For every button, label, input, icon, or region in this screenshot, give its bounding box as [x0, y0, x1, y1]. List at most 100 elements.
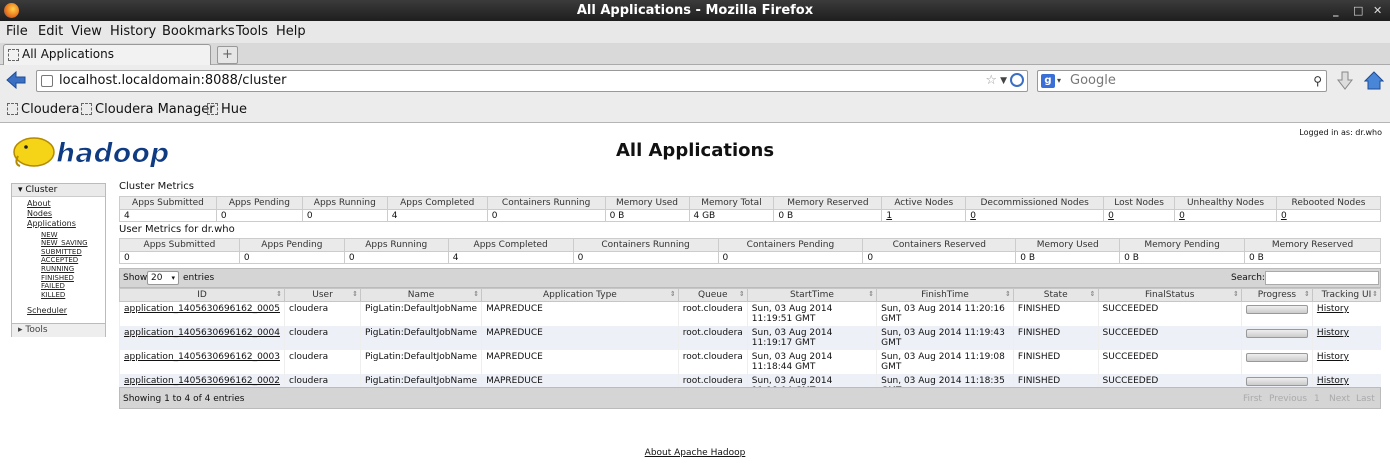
url-history-dropdown-icon[interactable]: ▼: [1000, 71, 1007, 91]
bookmark-favicon-icon: [7, 103, 18, 115]
url-bar[interactable]: localhost.localdomain:8088/cluster ☆ ▼: [36, 70, 1028, 92]
sidebar-link-applications[interactable]: Applications: [27, 219, 76, 228]
progress-bar: [1245, 353, 1308, 362]
metric-header: Memory Used: [1015, 238, 1121, 252]
metric-value: 0: [238, 251, 345, 264]
history-link[interactable]: History: [1311, 350, 1381, 374]
metric-value: 0: [862, 251, 1017, 264]
pager-previous[interactable]: Previous: [1269, 394, 1307, 404]
unhealthy-nodes-link[interactable]: 0: [1174, 209, 1277, 222]
application-id-link[interactable]: application_1405630696162_0005: [119, 301, 285, 326]
cell-name: PigLatin:DefaultJobName: [360, 350, 482, 374]
cell-state: FINISHED: [1012, 326, 1099, 350]
progress-bar: [1245, 305, 1308, 314]
column-header-id[interactable]: ID: [119, 288, 285, 302]
sidebar-state-accepted[interactable]: ACCEPTED: [41, 256, 78, 264]
decommissioned-nodes-link[interactable]: 0: [965, 209, 1105, 222]
application-id-link[interactable]: application_1405630696162_0003: [119, 350, 285, 374]
cell-finalstatus: SUCCEEDED: [1097, 326, 1242, 350]
sidebar-tools-header[interactable]: ▸ Tools: [12, 324, 105, 337]
sidebar-link-nodes[interactable]: Nodes: [27, 209, 52, 218]
bookmark-favicon-icon: [81, 103, 92, 115]
sidebar-state-new[interactable]: NEW: [41, 231, 58, 239]
column-header-finalstatus[interactable]: FinalStatus: [1097, 288, 1242, 302]
sidebar-link-scheduler[interactable]: Scheduler: [27, 306, 67, 315]
metric-header: Memory Reserved: [1244, 238, 1381, 252]
pager-next[interactable]: Next: [1329, 394, 1350, 404]
metric-header: Decommissioned Nodes: [965, 196, 1105, 210]
navigation-toolbar: localhost.localdomain:8088/cluster ☆ ▼ g…: [0, 65, 1390, 96]
sidebar-cluster-header[interactable]: ▾ Cluster: [12, 184, 105, 197]
google-search-engine-icon[interactable]: g: [1041, 74, 1055, 88]
menu-history[interactable]: History: [110, 24, 156, 39]
cell-application-type: MAPREDUCE: [481, 350, 679, 374]
downloads-icon[interactable]: [1336, 71, 1354, 91]
cell-starttime: Sun, 03 Aug 2014 11:19:51 GMT: [746, 301, 877, 326]
reload-icon[interactable]: [1010, 73, 1024, 87]
sidebar-cluster: ▾ Cluster About Nodes Applications NEW N…: [11, 183, 106, 327]
sidebar-state-new-saving[interactable]: NEW_SAVING: [41, 239, 88, 247]
sidebar-state-failed[interactable]: FAILED: [41, 282, 65, 290]
metric-value: 4 GB: [688, 209, 775, 222]
engine-dropdown-icon[interactable]: ▾: [1057, 71, 1061, 91]
lost-nodes-link[interactable]: 0: [1103, 209, 1176, 222]
menu-file[interactable]: File: [6, 24, 28, 39]
menu-view[interactable]: View: [71, 24, 102, 39]
menu-bookmarks[interactable]: Bookmarks: [162, 24, 235, 39]
sidebar-state-finished[interactable]: FINISHED: [41, 274, 74, 282]
column-header-tracking-ui[interactable]: Tracking UI: [1311, 288, 1382, 302]
minimize-button[interactable]: _: [1333, 0, 1339, 21]
metric-header: Memory Reserved: [773, 196, 883, 210]
home-icon[interactable]: [1364, 71, 1384, 91]
column-header-user[interactable]: User: [283, 288, 362, 302]
bookmark-star-icon[interactable]: ☆: [985, 71, 997, 91]
column-header-progress[interactable]: Progress: [1240, 288, 1313, 302]
binoculars-search-icon[interactable]: ⚲: [1313, 71, 1322, 91]
new-tab-button[interactable]: +: [217, 46, 238, 64]
menu-help[interactable]: Help: [276, 24, 306, 39]
column-header-queue[interactable]: Queue: [677, 288, 748, 302]
history-link[interactable]: History: [1311, 301, 1381, 326]
cell-user: cloudera: [283, 350, 361, 374]
site-identity-icon[interactable]: [41, 75, 53, 87]
pager-page-1[interactable]: 1: [1314, 394, 1320, 404]
metric-header: Containers Pending: [717, 238, 864, 252]
menu-tools[interactable]: Tools: [236, 24, 268, 39]
search-box[interactable]: g ▾ Google ⚲: [1037, 70, 1327, 92]
table-footer: Showing 1 to 4 of 4 entries First Previo…: [119, 387, 1381, 409]
maximize-button[interactable]: □: [1353, 0, 1363, 21]
metric-header: Apps Pending: [215, 196, 303, 210]
metric-value: 0: [486, 209, 606, 222]
bookmark-cloudera-manager[interactable]: Cloudera Manager: [81, 102, 215, 117]
sidebar-state-killed[interactable]: KILLED: [41, 291, 65, 299]
close-button[interactable]: ✕: [1373, 0, 1382, 21]
table-search-input[interactable]: [1265, 271, 1379, 285]
pager-last[interactable]: Last: [1356, 394, 1375, 404]
column-header-state[interactable]: State: [1012, 288, 1099, 302]
entries-select[interactable]: 20 ▾: [147, 271, 179, 285]
pager-first[interactable]: First: [1243, 394, 1262, 404]
user-metrics-title: User Metrics for dr.who: [119, 224, 235, 235]
cell-state: FINISHED: [1012, 350, 1099, 374]
bookmark-hue[interactable]: Hue: [207, 102, 247, 117]
menu-edit[interactable]: Edit: [38, 24, 63, 39]
history-link[interactable]: History: [1311, 326, 1381, 350]
bookmark-cloudera[interactable]: Cloudera: [7, 102, 79, 117]
active-nodes-link[interactable]: 1: [881, 209, 967, 222]
rebooted-nodes-link[interactable]: 0: [1275, 209, 1382, 222]
column-header-starttime[interactable]: StartTime: [746, 288, 878, 302]
metric-header: Apps Submitted: [119, 196, 217, 210]
column-header-name[interactable]: Name: [360, 288, 483, 302]
metric-value: 0: [717, 251, 864, 264]
back-arrow-icon[interactable]: [6, 71, 26, 89]
about-apache-hadoop-link[interactable]: About Apache Hadoop: [0, 448, 1390, 458]
column-header-application-type[interactable]: Application Type: [481, 288, 679, 302]
sidebar-state-submitted[interactable]: SUBMITTED: [41, 248, 82, 256]
tab-all-applications[interactable]: All Applications: [3, 44, 211, 65]
sidebar-link-about[interactable]: About: [27, 199, 51, 208]
application-id-link[interactable]: application_1405630696162_0004: [119, 326, 285, 350]
metric-header: Memory Used: [604, 196, 690, 210]
column-header-finishtime[interactable]: FinishTime: [876, 288, 1014, 302]
progress-bar: [1245, 377, 1308, 386]
sidebar-state-running[interactable]: RUNNING: [41, 265, 74, 273]
